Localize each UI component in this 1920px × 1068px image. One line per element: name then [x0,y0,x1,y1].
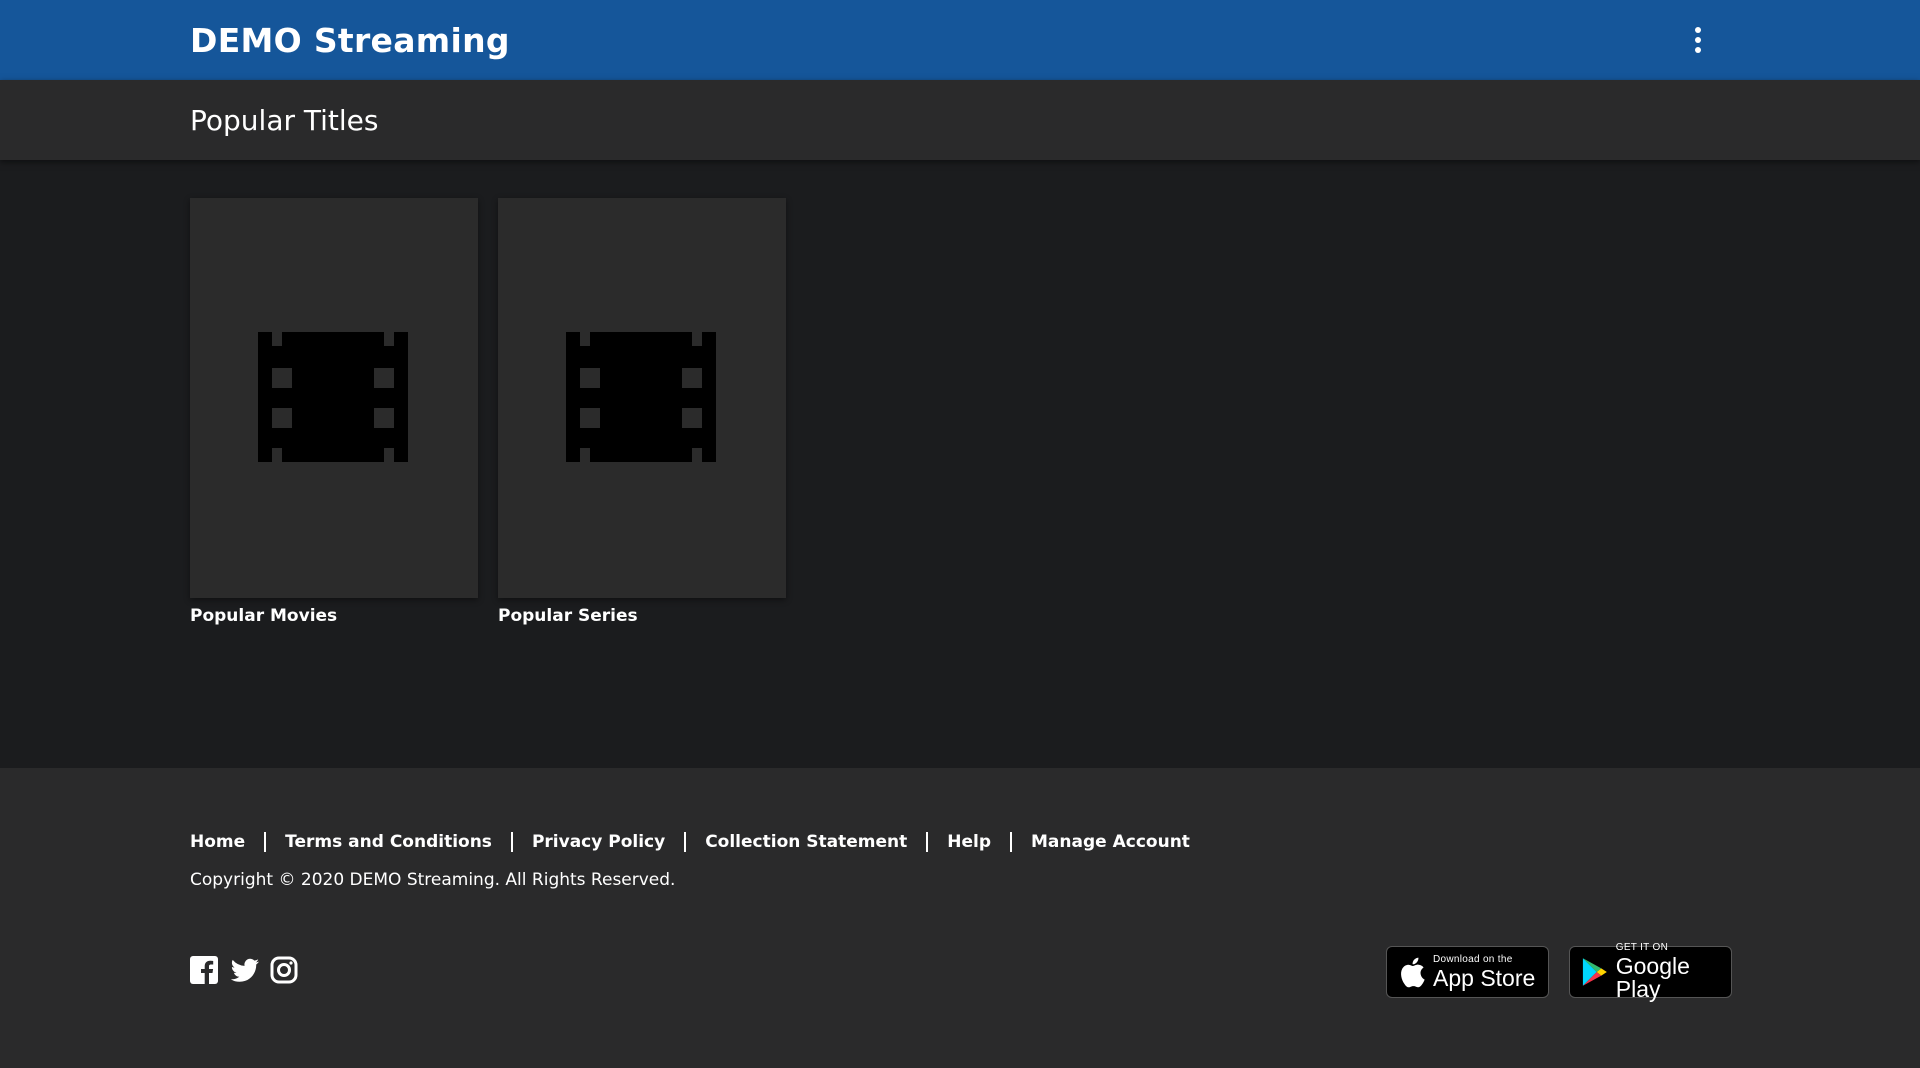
link-separator [684,832,687,852]
footer-link-help[interactable]: Help [947,832,991,852]
menu-dot [1695,27,1701,33]
footer-link-manage-account[interactable]: Manage Account [1031,832,1190,852]
google-play-badge[interactable]: GET IT ON Google Play [1569,942,1732,1002]
tile-poster[interactable] [190,198,478,598]
film-icon [566,332,716,462]
app-store-badges: Download on the App Store GET IT ON Goog… [1386,942,1732,1002]
facebook-icon[interactable] [190,956,218,984]
link-separator [510,832,513,852]
link-separator [264,832,267,852]
more-vertical-icon[interactable] [1684,22,1712,58]
twitter-icon[interactable] [230,956,259,984]
site-footer: Home Terms and Conditions Privacy Policy… [0,768,1920,1068]
page-header: Popular Titles [0,80,1920,160]
footer-link-terms[interactable]: Terms and Conditions [285,832,492,852]
footer-link-privacy[interactable]: Privacy Policy [532,832,665,852]
store-small-text: GET IT ON [1615,942,1669,953]
store-big-text: App Store [1433,964,1536,991]
app-store-badge[interactable]: Download on the App Store [1386,946,1549,998]
page-title: Popular Titles [190,103,379,137]
social-links [190,956,298,984]
tile-popular-series[interactable]: Popular Series [498,198,786,626]
footer-nav: Home Terms and Conditions Privacy Policy… [190,832,1190,852]
footer-link-home[interactable]: Home [190,832,245,852]
tile-poster[interactable] [498,198,786,598]
footer-link-collection[interactable]: Collection Statement [705,832,907,852]
tile-popular-movies[interactable]: Popular Movies [190,198,478,626]
menu-dot [1695,37,1701,43]
store-big-text: Google Play [1615,953,1690,1002]
tile-label[interactable]: Popular Movies [190,606,478,626]
tile-label[interactable]: Popular Series [498,606,786,626]
top-app-bar: DEMO Streaming [0,0,1920,80]
google-play-icon [1582,958,1607,986]
apple-icon [1401,957,1425,988]
brand-title[interactable]: DEMO Streaming [190,0,510,80]
link-separator [1010,832,1013,852]
instagram-icon[interactable] [270,956,298,984]
film-icon [258,332,408,462]
store-small-text: Download on the [1433,953,1513,965]
link-separator [926,832,929,852]
menu-dot [1695,47,1701,53]
copyright-text: Copyright © 2020 DEMO Streaming. All Rig… [190,870,676,890]
